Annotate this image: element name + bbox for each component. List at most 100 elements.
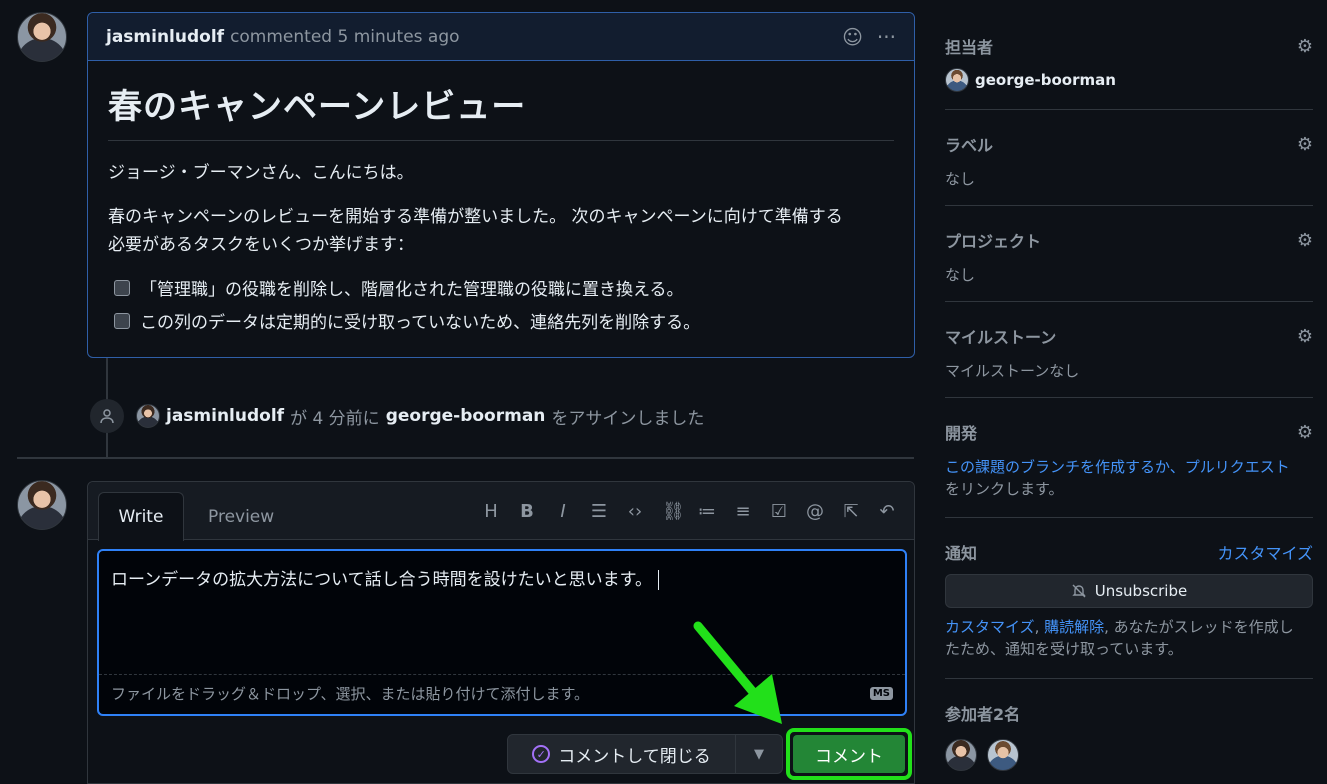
notif-unsubscribe-link[interactable]: 購読解除 <box>1044 618 1104 636</box>
quote-icon[interactable]: ☰ <box>590 501 608 522</box>
issue-page: jasminludolf commented 5 minutes ago ☺ ·… <box>0 0 1327 784</box>
assign-assignee[interactable]: george-boorman <box>386 406 546 426</box>
task-item: 「管理職」の役職を削除し、階層化された管理職の役職に置き換える。 <box>114 275 894 300</box>
markdown-toolbar: H B I ☰ ‹› ⛓ ≔ ≡ ☑ @ ⇱ ↶ <box>482 496 896 526</box>
gear-icon[interactable]: ⚙ <box>1297 422 1313 443</box>
labels-title: ラベル <box>945 136 994 155</box>
text-caret <box>657 570 659 590</box>
annotation-arrow-icon <box>693 621 782 724</box>
assign-text-mid: が 4 分前に <box>290 408 380 429</box>
sidebar-divider <box>945 301 1313 302</box>
comment-title: 春のキャンペーンレビュー <box>108 79 894 141</box>
assign-event: jasminludolf が 4 分前に george-boorman をアサイ… <box>90 399 704 433</box>
comment-greeting: ジョージ・ブーマンさん、こんにちは。 <box>108 163 414 183</box>
attach-hint-text: ファイルをドラッグ＆ドロップ、選択、または貼り付けて添付します。 <box>111 685 590 703</box>
comment-intro-line2: 必要があるタスクをいくつか挙げます： <box>108 235 414 255</box>
create-branch-link[interactable]: この課題のブランチを作成するか、プルリクエスト <box>945 458 1290 476</box>
bold-icon[interactable]: B <box>518 501 536 522</box>
task-list-icon[interactable]: ☑ <box>770 501 788 522</box>
sidebar-projects: プロジェクト ⚙ なし <box>945 228 1313 286</box>
sidebar-divider <box>945 109 1313 110</box>
current-user-avatar[interactable] <box>17 480 67 530</box>
task-checkbox[interactable] <box>114 279 130 296</box>
numbered-list-icon[interactable]: ≡ <box>734 501 752 522</box>
gear-icon[interactable]: ⚙ <box>1297 134 1313 155</box>
assign-text-end: をアサインしました <box>551 408 705 429</box>
check-circle-icon: ✓ <box>532 745 551 763</box>
markdown-icon[interactable]: MS <box>869 687 893 700</box>
comment-intro: 春のキャンペーンのレビューを開始する準備が整いました。 次のキャンペーンに向けて… <box>108 203 894 259</box>
close-options-dropdown[interactable]: ▼ <box>735 734 783 774</box>
milestone-title: マイルストーン <box>945 328 1057 347</box>
milestone-value: マイルストーンなし <box>945 362 1080 380</box>
comment-button-highlight: コメント <box>786 728 912 780</box>
code-icon[interactable]: ‹› <box>626 501 644 522</box>
notif-text1: , あなたがスレッドを作成し <box>1104 618 1294 636</box>
sidebar-divider <box>945 678 1313 679</box>
notif-customize-link[interactable]: カスタマイズ <box>945 618 1035 636</box>
close-with-comment-button[interactable]: ✓ コメントして閉じる <box>507 734 736 774</box>
comment-body: 春のキャンペーンレビュー ジョージ・ブーマンさん、こんにちは。 春のキャンペーン… <box>88 61 914 359</box>
mention-icon[interactable]: @ <box>806 501 824 522</box>
unsubscribe-button[interactable]: Unsubscribe <box>945 574 1313 608</box>
sidebar-notifications: 通知 カスタマイズ Unsubscribe カスタマイズ, 購読解除, あなたがス… <box>945 540 1313 660</box>
development-text: をリンクします。 <box>945 480 1064 498</box>
assignee-name[interactable]: george-boorman <box>975 71 1116 89</box>
sidebar-milestone: マイルストーン ⚙ マイルストーンなし <box>945 324 1313 382</box>
heading-icon[interactable]: H <box>482 501 500 522</box>
projects-value: なし <box>945 266 976 284</box>
tab-write[interactable]: Write <box>98 492 184 541</box>
participants-title: 参加者2名 <box>945 705 1021 724</box>
emoji-reaction-icon[interactable]: ☺ <box>842 25 863 49</box>
sidebar-divider <box>945 205 1313 206</box>
author-avatar[interactable] <box>17 12 67 62</box>
timeline-line <box>106 358 108 400</box>
gear-icon[interactable]: ⚙ <box>1297 326 1313 347</box>
link-icon[interactable]: ⛓ <box>662 501 685 522</box>
sidebar-assignees: 担当者 ⚙ george-boorman <box>945 34 1313 92</box>
notifications-title: 通知 <box>945 544 978 563</box>
sidebar-labels: ラベル ⚙ なし <box>945 132 1313 190</box>
comment-intro-line1: 春のキャンペーンのレビューを開始する準備が整いました。 次のキャンペーンに向けて… <box>108 207 843 227</box>
participant-avatar[interactable] <box>987 739 1019 771</box>
task-checkbox[interactable] <box>114 312 130 329</box>
tab-preview[interactable]: Preview <box>208 492 274 541</box>
gear-icon[interactable]: ⚙ <box>1297 230 1313 251</box>
timeline-line <box>106 430 108 458</box>
task-label: 「管理職」の役職を削除し、階層化された管理職の役職に置き換える。 <box>140 280 684 300</box>
task-label: この列のデータは定期的に受け取っていないため、連絡先列を削除する。 <box>140 313 701 333</box>
notif-sep: , <box>1034 618 1045 636</box>
comment-input-text: ローンデータの拡大方法について話し合う時間を設けたいと思います。 <box>111 570 652 590</box>
sidebar-development: 開発 ⚙ この課題のブランチを作成するか、プルリクエスト をリンクします。 <box>945 420 1313 500</box>
gear-icon[interactable]: ⚙ <box>1297 36 1313 57</box>
labels-value: なし <box>945 170 976 188</box>
comment-button[interactable]: コメント <box>793 735 905 773</box>
actor-avatar[interactable] <box>136 404 160 428</box>
caret-down-icon: ▼ <box>754 746 764 762</box>
bell-slash-icon <box>1072 584 1086 598</box>
comment-meta[interactable]: commented 5 minutes ago <box>230 27 459 47</box>
sidebar-participants: 参加者2名 <box>945 701 1313 771</box>
task-item: この列のデータは定期的に受け取っていないため、連絡先列を削除する。 <box>114 308 894 333</box>
timeline-divider <box>17 457 914 459</box>
editor-tabs: Write Preview H B I ☰ ‹› ⛓ ≔ ≡ ☑ @ ⇱ ↶ <box>88 482 914 541</box>
person-icon <box>90 399 124 433</box>
notif-text2: たため、通知を受け取っています。 <box>945 640 1183 658</box>
assign-actor[interactable]: jasminludolf <box>166 406 284 426</box>
undo-icon[interactable]: ↶ <box>878 501 896 522</box>
italic-icon[interactable]: I <box>554 501 572 522</box>
reference-icon[interactable]: ⇱ <box>842 501 860 522</box>
participant-avatar[interactable] <box>945 739 977 771</box>
development-title: 開発 <box>945 424 978 443</box>
customize-link[interactable]: カスタマイズ <box>1217 540 1313 564</box>
more-options-icon[interactable]: ··· <box>877 25 896 49</box>
assignees-title: 担当者 <box>945 38 994 57</box>
unsubscribe-label: Unsubscribe <box>1094 582 1188 600</box>
assignee-avatar[interactable] <box>945 68 969 92</box>
issue-comment: jasminludolf commented 5 minutes ago ☺ ·… <box>87 12 915 358</box>
sidebar-divider <box>945 397 1313 398</box>
projects-title: プロジェクト <box>945 232 1042 251</box>
close-with-comment-label: コメントして閉じる <box>558 746 711 767</box>
bulleted-list-icon[interactable]: ≔ <box>698 501 716 522</box>
comment-author[interactable]: jasminludolf <box>106 27 224 47</box>
